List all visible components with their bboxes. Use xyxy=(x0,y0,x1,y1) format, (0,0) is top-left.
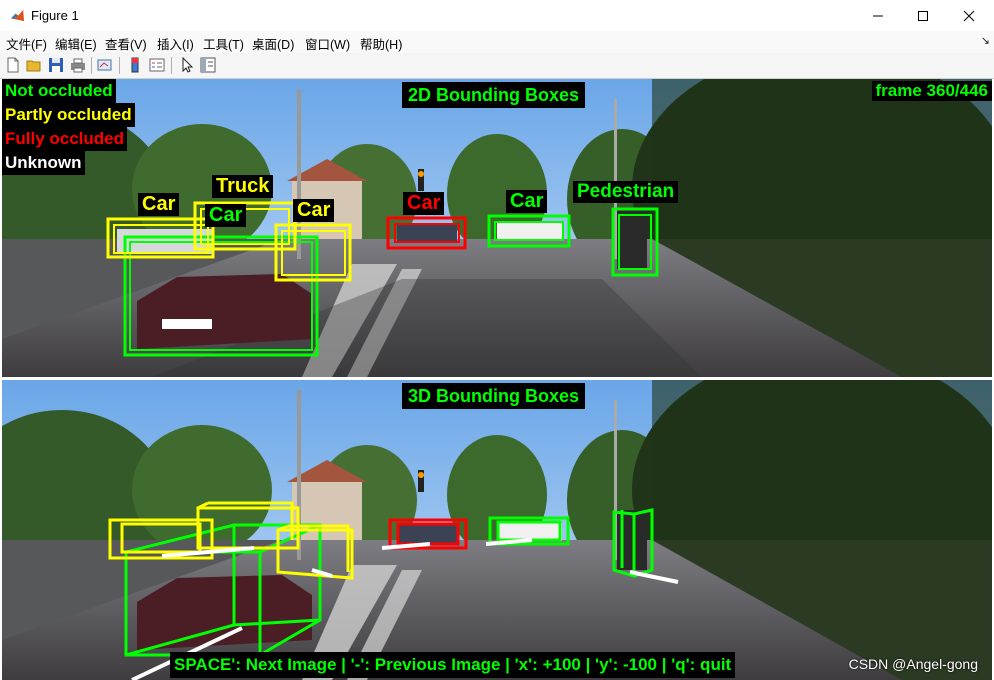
legend-fully-occluded: Fully occluded xyxy=(2,127,128,151)
label-car: Car xyxy=(293,199,335,222)
label-car: Car xyxy=(138,193,180,216)
frame-counter: frame 360/446 xyxy=(871,81,992,101)
menu-tools[interactable]: 工具(T) xyxy=(203,34,244,53)
minimize-icon xyxy=(873,15,883,16)
window-title: Figure 1 xyxy=(31,8,79,23)
watermark: CSDN @Angel-gong xyxy=(848,656,978,672)
property-inspector-icon[interactable] xyxy=(199,56,217,74)
keyboard-help-text: SPACE': Next Image | '-': Previous Image… xyxy=(170,652,736,678)
close-button[interactable] xyxy=(946,0,992,31)
scene-image-3d xyxy=(2,380,992,680)
legend-partly-occluded: Partly occluded xyxy=(2,103,135,127)
maximize-button[interactable] xyxy=(900,0,946,31)
figure-canvas: Car Truck Car Car Car Car Pedestrian Not… xyxy=(0,79,994,680)
legend-unknown: Unknown xyxy=(2,151,85,175)
panel-title-3d: 3D Bounding Boxes xyxy=(402,383,586,409)
panel-3d-bounding-boxes: 3D Bounding Boxes SPACE': Next Image | '… xyxy=(2,380,992,680)
matlab-icon xyxy=(10,9,25,22)
legend-not-occluded: Not occluded xyxy=(2,79,116,103)
title-bar: Figure 1 xyxy=(0,0,994,32)
open-file-icon[interactable] xyxy=(25,56,43,74)
new-figure-icon[interactable] xyxy=(4,56,22,74)
label-pedestrian: Pedestrian xyxy=(573,181,679,203)
panel-2d-bounding-boxes: Car Truck Car Car Car Car Pedestrian Not… xyxy=(2,79,992,377)
label-car: Car xyxy=(403,192,445,215)
toolbar-separator xyxy=(91,57,92,74)
toolbar-separator xyxy=(119,57,120,74)
toolbar-separator xyxy=(171,57,172,74)
edit-pointer-icon[interactable] xyxy=(178,56,196,74)
save-icon[interactable] xyxy=(47,56,65,74)
minimize-button[interactable] xyxy=(855,0,901,31)
label-car: Car xyxy=(506,190,548,213)
menu-insert[interactable]: 插入(I) xyxy=(157,34,194,53)
menu-bar: 文件(F) 编辑(E) 查看(V) 插入(I) 工具(T) 桌面(D) 窗口(W… xyxy=(0,31,994,54)
panel-title-2d: 2D Bounding Boxes xyxy=(402,82,586,108)
figure-toolbar xyxy=(0,53,994,79)
legend-icon[interactable] xyxy=(148,56,166,74)
menu-view[interactable]: 查看(V) xyxy=(105,34,147,53)
menu-desktop[interactable]: 桌面(D) xyxy=(252,34,294,53)
close-icon xyxy=(963,10,975,21)
label-car: Car xyxy=(205,204,247,227)
menu-file[interactable]: 文件(F) xyxy=(6,34,47,53)
scene-image-2d xyxy=(2,79,992,377)
label-truck: Truck xyxy=(212,175,274,198)
menu-edit[interactable]: 编辑(E) xyxy=(55,34,97,53)
menu-window[interactable]: 窗口(W) xyxy=(305,34,350,53)
maximize-icon xyxy=(918,10,928,21)
menu-help[interactable]: 帮助(H) xyxy=(360,34,402,53)
print-icon[interactable] xyxy=(69,56,87,74)
link-plot-icon[interactable] xyxy=(96,56,114,74)
colorbar-icon[interactable] xyxy=(126,56,144,74)
dock-arrow-icon[interactable]: ↘ xyxy=(981,34,990,47)
